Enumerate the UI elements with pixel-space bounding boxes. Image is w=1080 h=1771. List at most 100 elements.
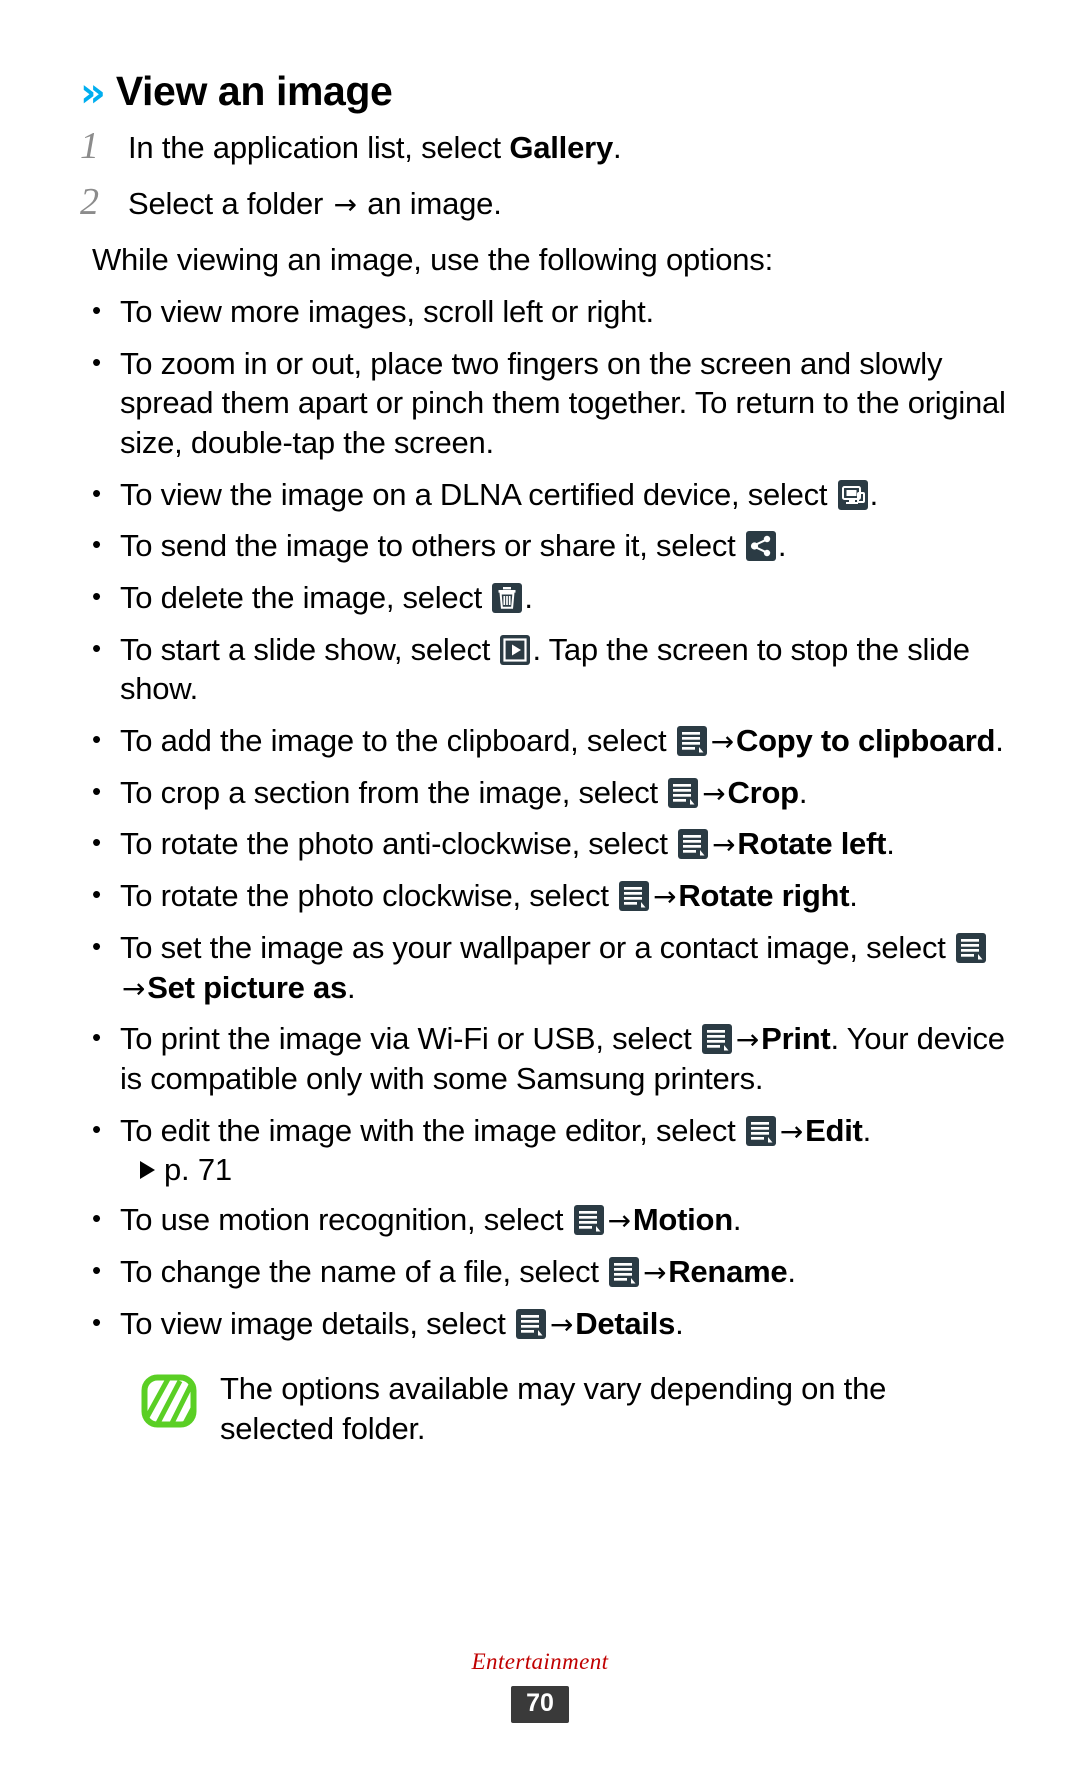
bullet-text-pre: To crop a section from the image, select bbox=[120, 774, 667, 810]
bullet-rotate-left-option: • To rotate the photo anti-clockwise, se… bbox=[92, 824, 1008, 864]
bullet-dlna-option: • To view the image on a DLNA certified … bbox=[92, 475, 1008, 515]
bullet-text-pre: To use motion recognition, select bbox=[120, 1202, 572, 1238]
menu-icon bbox=[678, 829, 709, 860]
monitor-icon bbox=[837, 479, 868, 510]
intro-paragraph: While viewing an image, use the followin… bbox=[92, 242, 773, 278]
arrow-icon: → bbox=[333, 187, 357, 221]
bullet-text-post: . bbox=[995, 723, 1004, 759]
numbered-step-1: 1 In the application list, select Galler… bbox=[80, 125, 1008, 169]
bullet-text: To rotate the photo clockwise, select →R… bbox=[120, 876, 1008, 916]
chevron-right-icon: » bbox=[80, 70, 106, 116]
bullet-dot: • bbox=[92, 827, 102, 858]
menu-icon bbox=[609, 1256, 640, 1287]
bullet-text-post: . bbox=[862, 1112, 872, 1148]
page-reference[interactable]: p. 71 bbox=[140, 1152, 1008, 1188]
menu-icon bbox=[573, 1205, 604, 1236]
bullet-text-pre: To view image details, select bbox=[120, 1305, 514, 1341]
bullet-dot: • bbox=[92, 930, 102, 961]
bullet-dot: • bbox=[92, 581, 102, 612]
bullet-dot: • bbox=[92, 879, 102, 910]
bullet-text-bold: Rotate right bbox=[678, 878, 850, 914]
footer-section-title: Entertainment bbox=[471, 1649, 609, 1674]
note-icon bbox=[140, 1373, 198, 1429]
arrow-icon: → bbox=[779, 1114, 804, 1148]
step-text-post: . bbox=[613, 130, 622, 166]
bullet-text-pre: To set the image as your wallpaper or a … bbox=[120, 929, 954, 965]
bullet-text-post: . bbox=[849, 878, 858, 914]
bullet-text-post: . bbox=[347, 969, 356, 1005]
trash-icon bbox=[492, 583, 523, 614]
bullet-text-post: . bbox=[732, 1202, 742, 1238]
bullet-dot: • bbox=[92, 1254, 102, 1285]
menu-icon bbox=[515, 1308, 546, 1339]
arrow-icon: → bbox=[710, 725, 734, 759]
menu-icon bbox=[956, 932, 986, 963]
menu-icon bbox=[676, 726, 707, 757]
note-box: The options available may vary depending… bbox=[140, 1369, 1008, 1448]
page-title: » View an image bbox=[80, 68, 1008, 116]
page-reference-text: p. 71 bbox=[164, 1152, 232, 1188]
bullet-text-bold: Motion bbox=[632, 1202, 733, 1238]
bullet-text-post: . bbox=[787, 1253, 796, 1289]
bullet-text-bold: Edit bbox=[805, 1112, 863, 1148]
bullet-text-pre: To add the image to the clipboard, selec… bbox=[120, 723, 675, 759]
bullet-text: To use motion recognition, select →Motio… bbox=[120, 1200, 1008, 1240]
bullet-delete-option: • To delete the image, select . bbox=[92, 578, 1008, 618]
bullet-dot: • bbox=[92, 632, 102, 663]
bullet-text-pre: To rotate the photo anti-clockwise, sele… bbox=[120, 826, 677, 862]
bullet-dot: • bbox=[92, 477, 102, 508]
bullet-text: To edit the image with the image editor,… bbox=[120, 1111, 1008, 1151]
bullet-text-pre: To send the image to others or share it,… bbox=[120, 528, 744, 564]
bullet-motion-option: • To use motion recognition, select →Mot… bbox=[92, 1200, 1008, 1240]
bullet-text: To print the image via Wi-Fi or USB, sel… bbox=[120, 1019, 1008, 1098]
arrow-icon: → bbox=[122, 971, 146, 1005]
numbered-step-2: 2 Select a folder → an image. bbox=[80, 181, 1008, 225]
bullet-print-option: • To print the image via Wi-Fi or USB, s… bbox=[92, 1019, 1008, 1098]
bullet-dot: • bbox=[92, 724, 102, 755]
bullet-dot: • bbox=[92, 529, 102, 560]
page-footer: Entertainment 70 bbox=[0, 1649, 1080, 1723]
bullet-text-pre: To rotate the photo clockwise, select bbox=[120, 878, 618, 914]
bullet-zoom-option: • To zoom in or out, place two fingers o… bbox=[92, 344, 1008, 463]
bullet-text-bold: Set picture as bbox=[147, 969, 348, 1005]
bullet-text: To start a slide show, select . Tap the … bbox=[120, 630, 1008, 709]
bullet-crop-option: • To crop a section from the image, sele… bbox=[92, 773, 1008, 813]
bullet-dot: • bbox=[92, 1022, 102, 1053]
bullet-text-pre: To print the image via Wi-Fi or USB, sel… bbox=[120, 1021, 700, 1057]
bullet-dot: • bbox=[92, 1203, 102, 1234]
play-icon bbox=[500, 634, 531, 665]
bullet-text-post: . bbox=[798, 774, 808, 810]
bullet-text: To view image details, select →Details. bbox=[120, 1304, 1008, 1344]
arrow-icon: → bbox=[643, 1255, 667, 1289]
step-text: Select a folder → an image. bbox=[128, 184, 502, 223]
bullet-text-bold: Copy to clipboard bbox=[735, 723, 996, 759]
bullet-dot: • bbox=[92, 346, 102, 377]
menu-icon bbox=[668, 777, 699, 808]
bullet-edit-option: • To edit the image with the image edito… bbox=[92, 1111, 1008, 1151]
note-text: The options available may vary depending… bbox=[220, 1371, 887, 1446]
bullet-text: To rotate the photo anti-clockwise, sele… bbox=[120, 824, 1008, 864]
bullet-text-bold: Rotate left bbox=[737, 826, 887, 862]
bullet-text-pre: To change the name of a file, select bbox=[120, 1253, 608, 1289]
bullet-dot: • bbox=[92, 775, 102, 806]
bullet-text-post: . bbox=[524, 580, 533, 616]
bullet-scroll-option: • To view more images, scroll left or ri… bbox=[92, 292, 1008, 332]
arrow-icon: → bbox=[549, 1307, 574, 1341]
bullet-text: To zoom in or out, place two fingers on … bbox=[120, 345, 1006, 461]
bullet-text: To crop a section from the image, select… bbox=[120, 773, 1008, 813]
step-number: 1 bbox=[80, 125, 99, 168]
step-number: 2 bbox=[80, 180, 99, 223]
bullet-set-picture-as-option: • To set the image as your wallpaper or … bbox=[92, 928, 1008, 1007]
share-icon bbox=[745, 531, 776, 562]
bullet-text-bold: Crop bbox=[727, 774, 800, 810]
bullet-text-post: . bbox=[886, 826, 895, 862]
step-text-bold: Gallery bbox=[509, 130, 614, 166]
arrow-icon: → bbox=[712, 828, 736, 862]
step-text: In the application list, select Gallery. bbox=[128, 128, 622, 167]
play-triangle-icon bbox=[140, 1161, 155, 1180]
bullet-text-bold: Details bbox=[575, 1305, 676, 1341]
arrow-icon: → bbox=[702, 776, 726, 810]
step-text-pre: Select a folder bbox=[128, 185, 332, 221]
arrow-icon: → bbox=[653, 880, 677, 914]
page-title-text: View an image bbox=[115, 68, 393, 114]
